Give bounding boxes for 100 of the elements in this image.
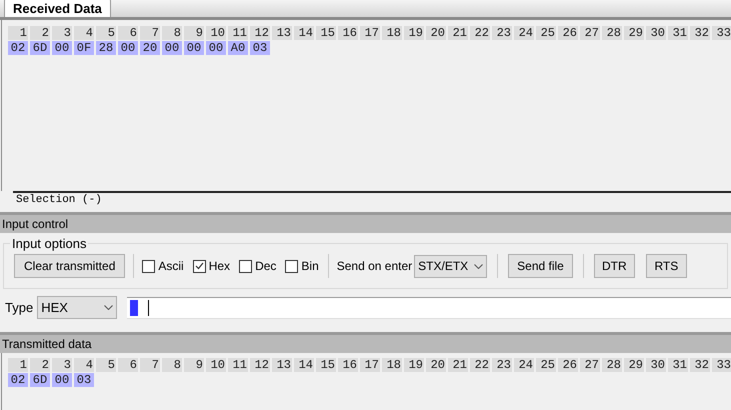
hex-byte: 20 — [140, 41, 160, 55]
clear-transmitted-button[interactable]: Clear transmitted — [14, 254, 126, 278]
column-index: 27 — [580, 358, 600, 372]
send-on-enter-label: Send on enter — [336, 258, 412, 275]
column-index: 9 — [184, 26, 204, 40]
column-index: 10 — [206, 26, 226, 40]
hex-byte: 6D — [30, 41, 50, 55]
column-index: 13 — [272, 26, 292, 40]
column-index: 24 — [514, 26, 534, 40]
column-index: 15 — [316, 26, 336, 40]
column-index: 12 — [250, 358, 270, 372]
column-index: 6 — [118, 26, 138, 40]
chevron-down-icon — [474, 264, 484, 268]
column-index: 11 — [228, 358, 248, 372]
column-index: 7 — [140, 26, 160, 40]
column-index: 10 — [206, 358, 226, 372]
hex-byte: 02 — [8, 373, 28, 387]
column-index: 5 — [96, 358, 116, 372]
column-index: 32 — [690, 358, 710, 372]
input-marker-icon — [130, 300, 138, 316]
column-index: 33 — [712, 358, 731, 372]
column-index: 17 — [360, 358, 380, 372]
column-index: 29 — [624, 26, 644, 40]
hex-byte: A0 — [228, 41, 248, 55]
column-index: 25 — [536, 26, 556, 40]
line-control-button[interactable]: RTS — [646, 254, 687, 278]
column-index: 1 — [8, 358, 28, 372]
checkbox[interactable] — [239, 260, 252, 272]
checkbox-label: Bin — [301, 258, 319, 275]
column-index: 31 — [668, 358, 688, 372]
column-index: 18 — [382, 26, 402, 40]
column-index: 19 — [404, 358, 424, 372]
type-dropdown[interactable]: HEX — [37, 296, 118, 319]
column-index: 22 — [470, 26, 490, 40]
column-index: 4 — [74, 26, 94, 40]
text-cursor — [148, 300, 150, 316]
column-index: 20 — [426, 358, 446, 372]
column-index: 2 — [30, 26, 50, 40]
column-index: 26 — [558, 26, 578, 40]
column-index: 14 — [294, 26, 314, 40]
column-index: 16 — [338, 358, 358, 372]
column-index: 30 — [646, 26, 666, 40]
column-index: 25 — [536, 358, 556, 372]
column-index: 4 — [74, 358, 94, 372]
column-index: 1 — [8, 26, 28, 40]
column-index: 16 — [338, 26, 358, 40]
column-index: 21 — [448, 26, 468, 40]
hex-byte: 00 — [118, 41, 138, 55]
column-index: 9 — [184, 358, 204, 372]
input-field[interactable] — [127, 296, 731, 318]
hex-byte: 00 — [206, 41, 226, 55]
checkbox-label: Ascii — [158, 258, 184, 275]
column-index: 22 — [470, 358, 490, 372]
send-on-enter-dropdown[interactable]: STX/ETX — [414, 254, 488, 278]
column-index: 19 — [404, 26, 424, 40]
column-index: 11 — [228, 26, 248, 40]
column-index: 3 — [52, 358, 72, 372]
column-index: 8 — [162, 358, 182, 372]
hex-byte: 00 — [52, 373, 72, 387]
column-index: 2 — [30, 358, 50, 372]
checkbox[interactable] — [285, 260, 298, 272]
send-file-button[interactable]: Send file — [508, 254, 573, 278]
hex-byte: 03 — [74, 373, 94, 387]
hex-byte: 00 — [184, 41, 204, 55]
section-header: Transmitted data — [0, 335, 731, 353]
hex-byte: 03 — [250, 41, 270, 55]
column-index: 3 — [52, 26, 72, 40]
hex-byte: 00 — [162, 41, 182, 55]
column-index: 27 — [580, 26, 600, 40]
column-index: 31 — [668, 26, 688, 40]
column-index: 12 — [250, 26, 270, 40]
column-index: 5 — [96, 26, 116, 40]
hex-byte: 0F — [74, 41, 94, 55]
hex-byte: 02 — [8, 41, 28, 55]
column-index: 14 — [294, 358, 314, 372]
checkbox[interactable] — [142, 260, 156, 272]
checkbox-label: Dec — [255, 258, 276, 275]
checkbox[interactable] — [192, 260, 206, 272]
section-header: Input control — [0, 215, 731, 233]
column-index: 28 — [602, 358, 622, 372]
hex-byte: 00 — [52, 41, 72, 55]
column-index: 21 — [448, 358, 468, 372]
column-index: 23 — [492, 358, 512, 372]
column-index: 26 — [558, 358, 578, 372]
selection-status: Selection (-) — [16, 192, 102, 208]
column-index: 13 — [272, 358, 292, 372]
column-index: 23 — [492, 26, 512, 40]
line-control-button[interactable]: DTR — [594, 254, 635, 278]
column-index: 28 — [602, 26, 622, 40]
column-index: 20 — [426, 26, 446, 40]
type-label: Type — [5, 298, 34, 317]
checkbox-label: Hex — [208, 258, 230, 275]
column-index: 32 — [690, 26, 710, 40]
column-index: 17 — [360, 26, 380, 40]
column-index: 33 — [712, 26, 731, 40]
tab[interactable]: Received Data — [4, 0, 111, 17]
column-index: 15 — [316, 358, 336, 372]
column-index: 6 — [118, 358, 138, 372]
column-index: 7 — [140, 358, 160, 372]
column-index: 18 — [382, 358, 402, 372]
